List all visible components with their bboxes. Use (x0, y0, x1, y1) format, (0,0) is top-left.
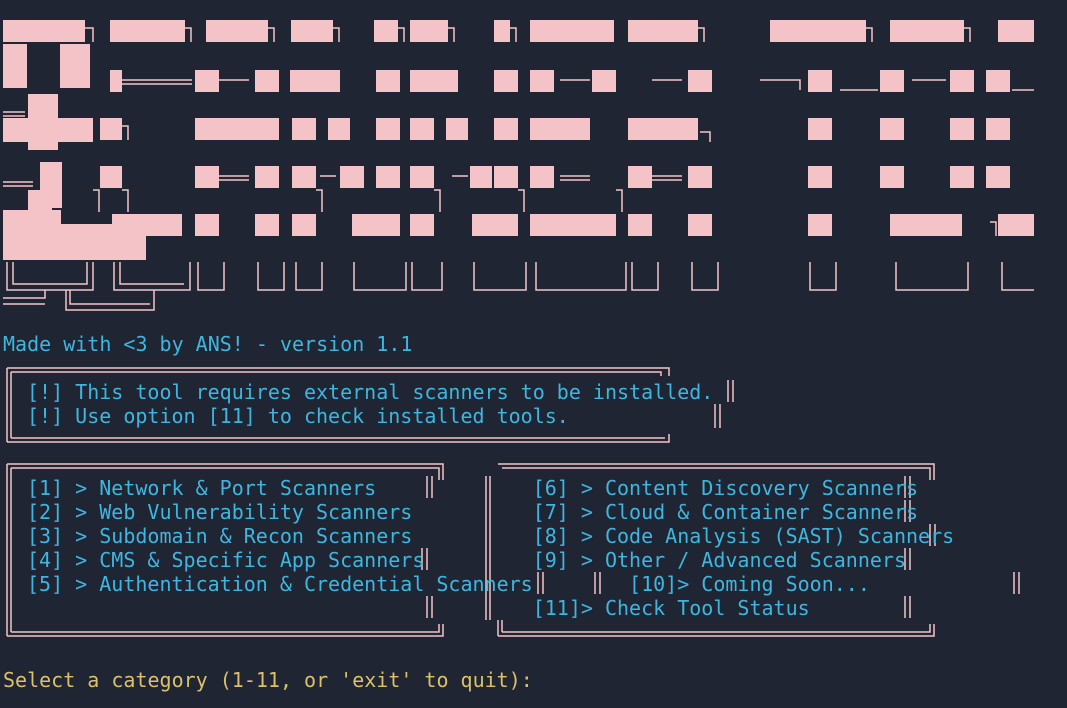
ascii-art-banner (3, 20, 1034, 311)
category-prompt[interactable]: Select a category (1-11, or 'exit' to qu… (3, 668, 533, 692)
menu-row-4: [4] > CMS & Specific App Scanners [9] > … (27, 548, 906, 572)
menu-row-6: [11]> Check Tool Status (27, 596, 810, 620)
menu-row-5: [5] > Authentication & Credential Scanne… (27, 572, 870, 596)
menu-row-3: [3] > Subdomain & Recon Scanners [8] > C… (27, 524, 955, 548)
menu-row-2: [2] > Web Vulnerability Scanners [7] > C… (27, 500, 919, 524)
notice-line-2: [!] Use option [11] to check installed t… (27, 404, 569, 428)
menu-row-1: [1] > Network & Port Scanners [6] > Cont… (27, 476, 919, 500)
terminal-window: Made with <3 by ANS! - version 1.1 [!] T… (0, 0, 1067, 708)
notice-line-1: [!] This tool requires external scanners… (27, 380, 714, 404)
credit-line: Made with <3 by ANS! - version 1.1 (3, 332, 413, 356)
